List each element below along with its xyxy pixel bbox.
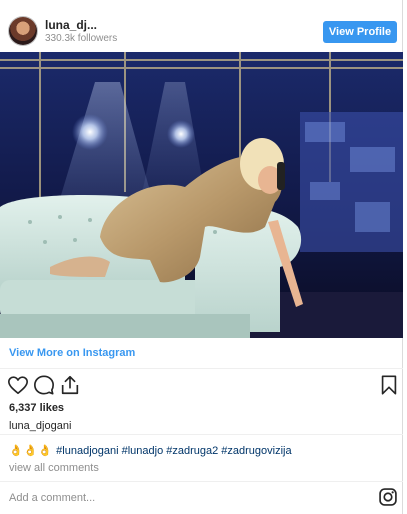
- owner-username[interactable]: luna_djogani: [9, 420, 71, 432]
- follower-count: 330.3k followers: [45, 33, 118, 44]
- view-profile-button[interactable]: View Profile: [323, 21, 397, 43]
- post-caption: 👌👌👌 #lunadjogani #lunadjo #zadruga2 #zad…: [9, 444, 292, 457]
- ok-hand-emoji: 👌👌👌: [9, 445, 54, 457]
- like-count[interactable]: 6,337 likes: [9, 402, 64, 414]
- avatar[interactable]: [9, 17, 37, 45]
- divider: [0, 434, 403, 435]
- heart-icon[interactable]: [7, 374, 29, 396]
- instagram-icon[interactable]: [378, 487, 398, 507]
- post-image: [0, 52, 403, 338]
- view-all-comments-link[interactable]: view all comments: [9, 462, 99, 474]
- username[interactable]: luna_dj...: [45, 18, 97, 32]
- add-comment-input[interactable]: Add a comment...: [9, 492, 95, 504]
- post-photo[interactable]: [0, 52, 403, 338]
- divider: [0, 368, 403, 369]
- post-header: luna_dj... 330.3k followers View Profile: [0, 0, 403, 52]
- comment-icon[interactable]: [33, 374, 55, 396]
- hashtag-list[interactable]: #lunadjogani #lunadjo #zadruga2 #zadrugo…: [56, 445, 291, 457]
- divider: [0, 481, 403, 482]
- instagram-embed-card: luna_dj... 330.3k followers View Profile: [0, 0, 403, 514]
- view-more-link[interactable]: View More on Instagram: [9, 347, 135, 359]
- share-icon[interactable]: [59, 374, 81, 396]
- bookmark-icon[interactable]: [378, 374, 400, 396]
